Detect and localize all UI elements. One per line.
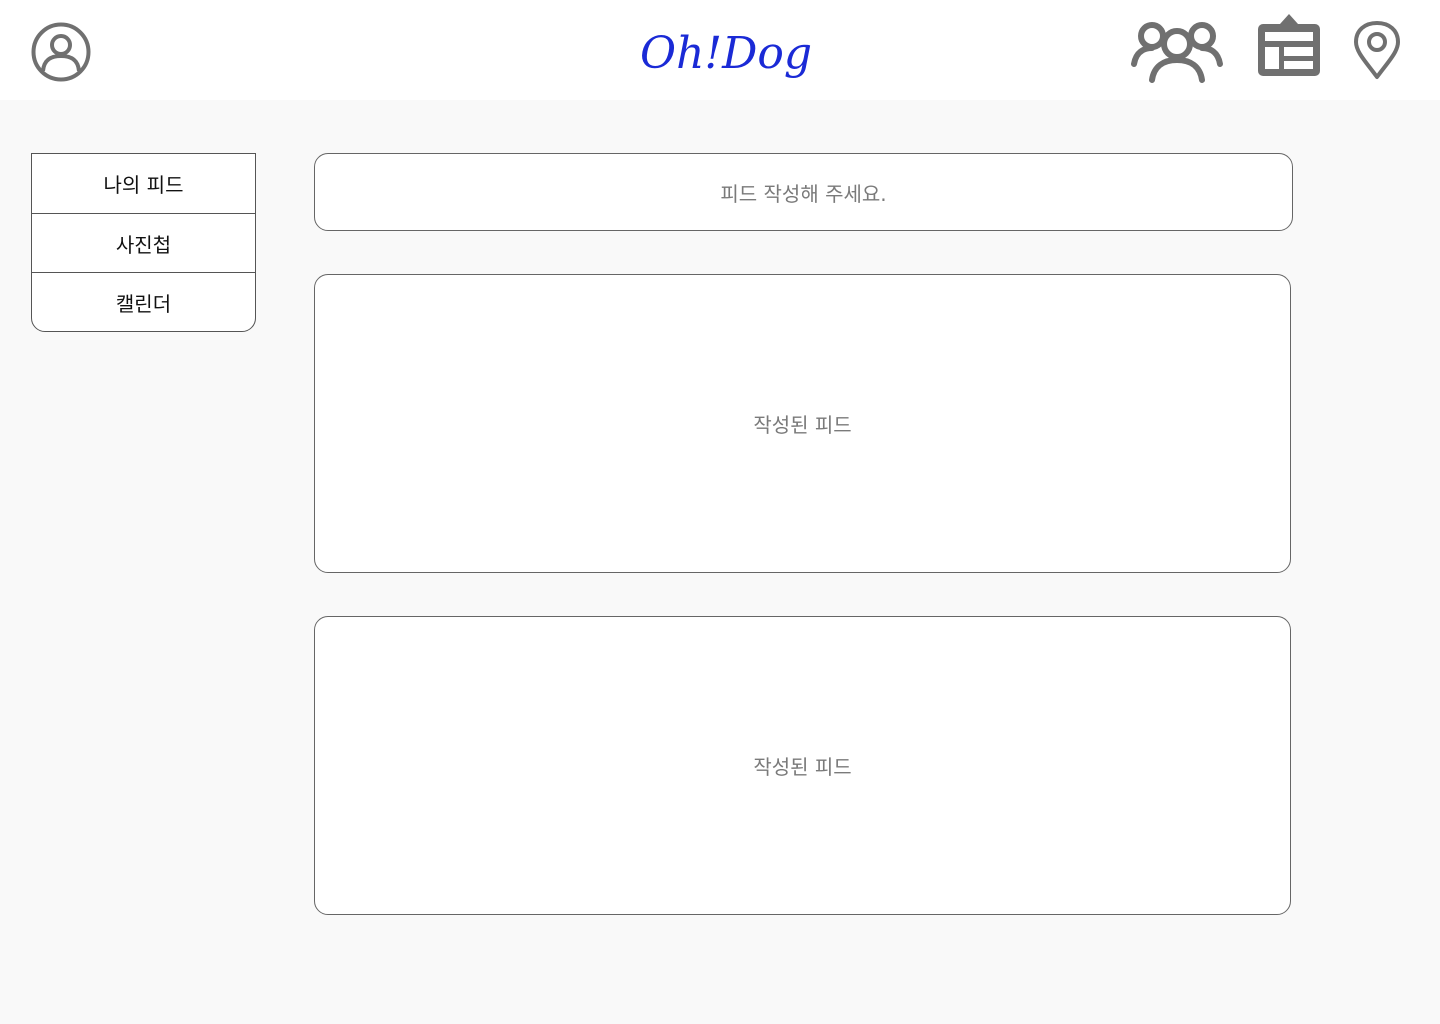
feed-card[interactable]: 작성된 피드 <box>314 274 1291 573</box>
feed-write-placeholder: 피드 작성해 주세요. <box>720 181 887 206</box>
feed-card[interactable]: 작성된 피드 <box>314 616 1291 915</box>
map-pin-icon <box>1354 21 1400 79</box>
app-logo[interactable]: Oh!Dog <box>636 18 816 82</box>
friends-button[interactable] <box>1130 14 1224 84</box>
group-icon <box>1131 22 1223 83</box>
feed-card-text: 작성된 피드 <box>753 413 852 437</box>
profile-button[interactable] <box>30 22 92 82</box>
feed-write-input[interactable]: 피드 작성해 주세요. <box>314 153 1293 231</box>
sidebar-item-label: 캘린더 <box>115 291 172 316</box>
board-icon <box>1258 14 1320 76</box>
map-button[interactable] <box>1352 20 1402 80</box>
sidebar-item-label: 사진첩 <box>115 232 172 257</box>
feed-card-text: 작성된 피드 <box>753 755 852 779</box>
sidebar-item-album[interactable]: 사진첩 <box>32 214 255 273</box>
sidebar-item-label: 나의 피드 <box>103 173 184 197</box>
sidebar-item-calendar[interactable]: 캘린더 <box>32 273 255 331</box>
sidebar-menu: 나의 피드 사진첩 캘린더 <box>31 153 256 332</box>
board-button[interactable] <box>1254 12 1324 80</box>
sidebar-item-my-feed[interactable]: 나의 피드 <box>32 154 255 214</box>
logo-text: Oh!Dog <box>640 28 812 79</box>
user-circle-icon <box>31 22 91 82</box>
top-header: Oh!Dog <box>0 0 1440 100</box>
